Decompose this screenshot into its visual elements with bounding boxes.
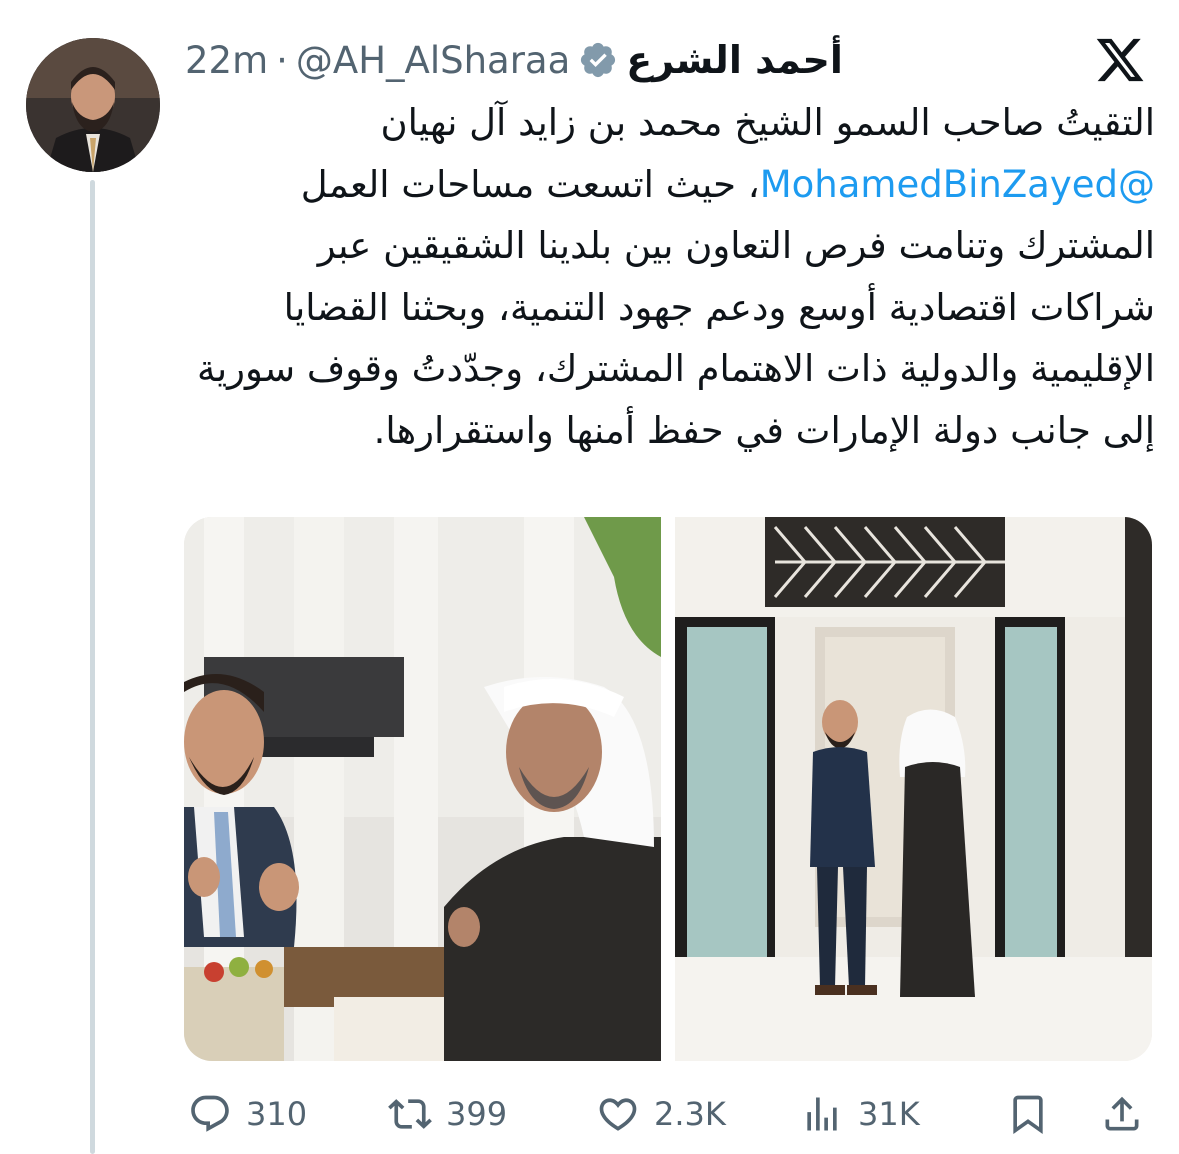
bookmark-button[interactable] [1006,1084,1050,1144]
author-name[interactable]: أحمد الشرع [626,38,843,82]
tweet-text: التقيتُ صاحب السمو الشيخ محمد بن زايد آل… [190,92,1155,461]
reply-icon [191,1095,229,1132]
avatar-photo-icon [26,38,160,172]
separator-dot: · [276,38,288,82]
author-avatar[interactable] [26,38,160,172]
thread-line [90,180,95,1154]
repost-count: 399 [446,1095,508,1133]
tweet-header: أحمد الشرع @AH_AlSharaa · 22m [185,32,905,88]
share-icon [1105,1096,1139,1131]
mention-link[interactable]: @MohamedBinZayed [760,163,1155,206]
repost-icon [388,1099,432,1129]
author-handle[interactable]: @AH_AlSharaa [296,39,570,82]
views-button[interactable]: 31K [800,1084,920,1144]
tweet-text-part-1: التقيتُ صاحب السمو الشيخ محمد بن زايد آل… [380,101,1155,144]
repost-button[interactable]: 399 [388,1084,507,1144]
verified-badge-icon [578,40,618,80]
media-photo-2[interactable] [675,517,1152,1061]
photo-meeting-seated-icon [184,517,661,1061]
media-divider [661,517,675,1061]
views-count: 31K [858,1095,920,1133]
share-button[interactable] [1100,1084,1144,1144]
x-logo-icon[interactable] [1093,34,1147,86]
like-count: 2.3K [654,1095,726,1133]
heart-icon [599,1098,637,1131]
tweet-actions: 310 399 2.3K 31K [184,1084,1144,1144]
tweet-timestamp[interactable]: 22m [185,39,268,82]
tweet-card[interactable]: أحمد الشرع @AH_AlSharaa · 22m التقيتُ صا… [0,0,1179,1154]
photo-meeting-doorway-icon [675,517,1152,1061]
views-icon [807,1097,837,1131]
media-photo-1[interactable] [184,517,661,1061]
tweet-media[interactable] [184,517,1152,1061]
bookmark-icon [1013,1095,1043,1135]
reply-button[interactable]: 310 [188,1084,307,1144]
like-button[interactable]: 2.3K [596,1084,726,1144]
reply-count: 310 [246,1095,308,1133]
